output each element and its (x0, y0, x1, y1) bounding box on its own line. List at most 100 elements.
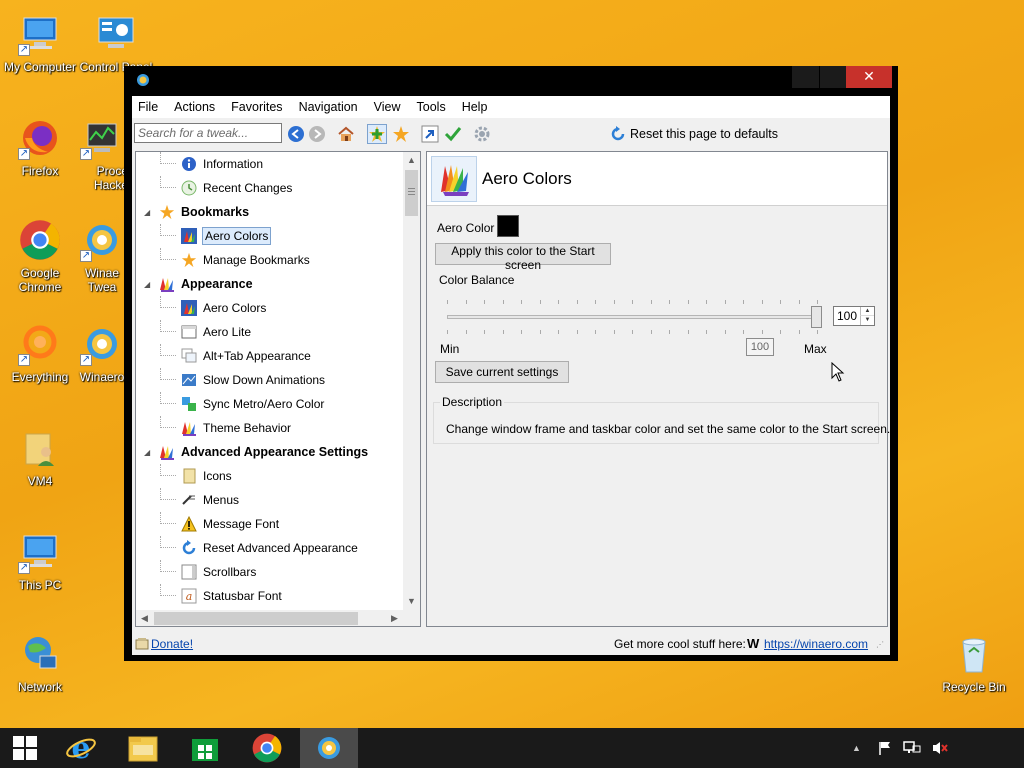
shortcut-button[interactable] (420, 124, 440, 144)
spin-down-icon[interactable]: ▼ (860, 316, 874, 325)
desktop-icon-label: Recycle Bin (942, 680, 1006, 694)
tree-item[interactable]: Sync Metro/Aero Color (136, 392, 404, 416)
winaero-link[interactable]: https://winaero.com (764, 637, 868, 651)
network-tray-icon[interactable] (903, 740, 921, 756)
status-bar: Donate! Get more cool stuff here: W http… (132, 633, 890, 655)
forward-button[interactable] (307, 124, 327, 144)
collapse-arrow-icon[interactable]: ◢ (144, 208, 150, 217)
desktop-icon-control-panel[interactable]: Control Panel (76, 12, 156, 74)
desktop-icon-network[interactable]: Network (0, 632, 80, 694)
scroll-left-arrow-icon[interactable]: ◀ (136, 610, 153, 626)
menu-view[interactable]: View (366, 96, 409, 118)
bookmarks-button[interactable] (391, 124, 411, 144)
scroll-thumb[interactable] (405, 170, 418, 216)
info-icon (180, 155, 198, 173)
tree-category[interactable]: ◢ Advanced Appearance Settings (136, 440, 404, 464)
window-icon (180, 323, 198, 341)
aero-color-swatch[interactable] (497, 215, 519, 237)
tray-overflow-icon[interactable]: ▲ (852, 743, 861, 753)
tree-item[interactable]: Aero Lite (136, 320, 404, 344)
spin-up-icon[interactable]: ▲ (860, 307, 874, 316)
tree-connector (160, 152, 176, 164)
scroll-down-arrow-icon[interactable]: ▼ (403, 593, 420, 610)
tree-item[interactable]: Menus (136, 488, 404, 512)
scroll-right-arrow-icon[interactable]: ▶ (386, 610, 403, 626)
collapse-arrow-icon[interactable]: ◢ (144, 448, 150, 457)
tree-item[interactable]: Information (136, 152, 404, 176)
settings-button[interactable] (472, 124, 492, 144)
save-settings-button[interactable]: Save current settings (435, 361, 569, 383)
desktop-icon-winaero[interactable]: ↗ Winaero (78, 322, 126, 384)
tree-item[interactable]: Recent Changes (136, 176, 404, 200)
menu-bar: File Actions Favorites Navigation View T… (132, 96, 890, 118)
desktop-icon-recycle-bin[interactable]: Recycle Bin (934, 632, 1014, 694)
tree-item[interactable]: a Statusbar Font (136, 584, 404, 608)
minimize-button[interactable] (792, 66, 819, 88)
warning-icon (180, 515, 198, 533)
tree-item[interactable]: Message Font (136, 512, 404, 536)
taskbar-winaero-tweaker[interactable] (300, 728, 358, 768)
tweak-tree[interactable]: Information Recent Changes ◢ Bookmarks Aero … (135, 151, 421, 627)
tree-category[interactable]: ◢ Appearance (136, 272, 404, 296)
menu-help[interactable]: Help (454, 96, 496, 118)
tree-item[interactable]: Reset Advanced Appearance (136, 536, 404, 560)
tree-item[interactable]: Scrollbars (136, 560, 404, 584)
close-button[interactable]: ✕ (846, 66, 892, 88)
menu-navigation[interactable]: Navigation (291, 96, 366, 118)
desktop-icon-vm4[interactable]: VM4 (0, 426, 80, 488)
start-button[interactable] (0, 728, 50, 768)
tree-connector (160, 392, 176, 404)
collapse-arrow-icon[interactable]: ◢ (144, 280, 150, 289)
reset-page-button[interactable]: Reset this page to defaults (610, 124, 778, 144)
desktop-icon-this-pc[interactable]: ↗ This PC (0, 530, 80, 592)
taskbar-internet-explorer[interactable]: e (52, 728, 110, 768)
home-button[interactable] (336, 124, 356, 144)
desktop-icon-firefox[interactable]: ↗ Firefox (0, 116, 80, 178)
tree-horizontal-scrollbar[interactable]: ◀ ▶ (136, 610, 403, 626)
color-balance-value[interactable]: 100 (837, 309, 857, 323)
search-input[interactable] (134, 123, 282, 143)
menu-tools[interactable]: Tools (409, 96, 454, 118)
tree-item[interactable]: Aero Colors (136, 296, 404, 320)
desktop-icon-everything[interactable]: ↗ Everything (0, 322, 80, 384)
tree-item[interactable]: Theme Behavior (136, 416, 404, 440)
tree-item[interactable]: Manage Bookmarks (136, 248, 404, 272)
tree-category[interactable]: ◢ Bookmarks (136, 200, 404, 224)
apply-button[interactable] (443, 124, 463, 144)
menu-actions[interactable]: Actions (166, 96, 223, 118)
desktop-icon-google-chrome[interactable]: Google Chrome (0, 218, 80, 294)
tree-item[interactable]: Icons (136, 464, 404, 488)
star-icon (393, 126, 409, 142)
tree-item[interactable]: Slow Down Animations (136, 368, 404, 392)
menu-favorites[interactable]: Favorites (223, 96, 290, 118)
resize-grip-icon[interactable]: ⋰ (876, 640, 884, 649)
desktop-icon-winaero-tweaker[interactable]: ↗ Winae Twea (78, 218, 126, 294)
tree-item-label: Reset Advanced Appearance (203, 541, 358, 555)
hscroll-thumb[interactable] (154, 612, 358, 625)
desktop-icon-process-hacker[interactable]: ↗ Proce Hacke (72, 116, 132, 192)
slider-tick (743, 300, 744, 304)
color-balance-track[interactable] (447, 315, 817, 319)
min-label: Min (440, 342, 460, 356)
add-bookmark-button[interactable] (367, 124, 387, 144)
scroll-up-arrow-icon[interactable]: ▲ (403, 152, 420, 169)
back-button[interactable] (286, 124, 306, 144)
taskbar-store[interactable] (176, 728, 234, 768)
tree-item[interactable]: Alt+Tab Appearance (136, 344, 404, 368)
tree-vertical-scrollbar[interactable]: ▲ ▼ (403, 152, 420, 610)
donate-icon (135, 638, 149, 650)
menu-file[interactable]: File (132, 96, 166, 118)
folder-icon (128, 736, 158, 762)
menus-icon (180, 491, 198, 509)
taskbar-file-explorer[interactable] (114, 728, 172, 768)
tree-item[interactable]: Aero Colors (136, 224, 404, 248)
action-center-flag-icon[interactable] (877, 740, 893, 756)
color-balance-spinner[interactable]: 100 ▲ ▼ (833, 306, 875, 326)
color-balance-thumb[interactable] (811, 306, 822, 328)
volume-muted-icon[interactable] (931, 740, 949, 756)
maximize-button[interactable] (820, 66, 847, 88)
desktop-icon-my-computer[interactable]: ↗ My Computer (0, 12, 80, 74)
taskbar-chrome[interactable] (238, 728, 296, 768)
apply-start-screen-button[interactable]: Apply this color to the Start screen (435, 243, 611, 272)
donate-link[interactable]: Donate! (151, 637, 193, 651)
